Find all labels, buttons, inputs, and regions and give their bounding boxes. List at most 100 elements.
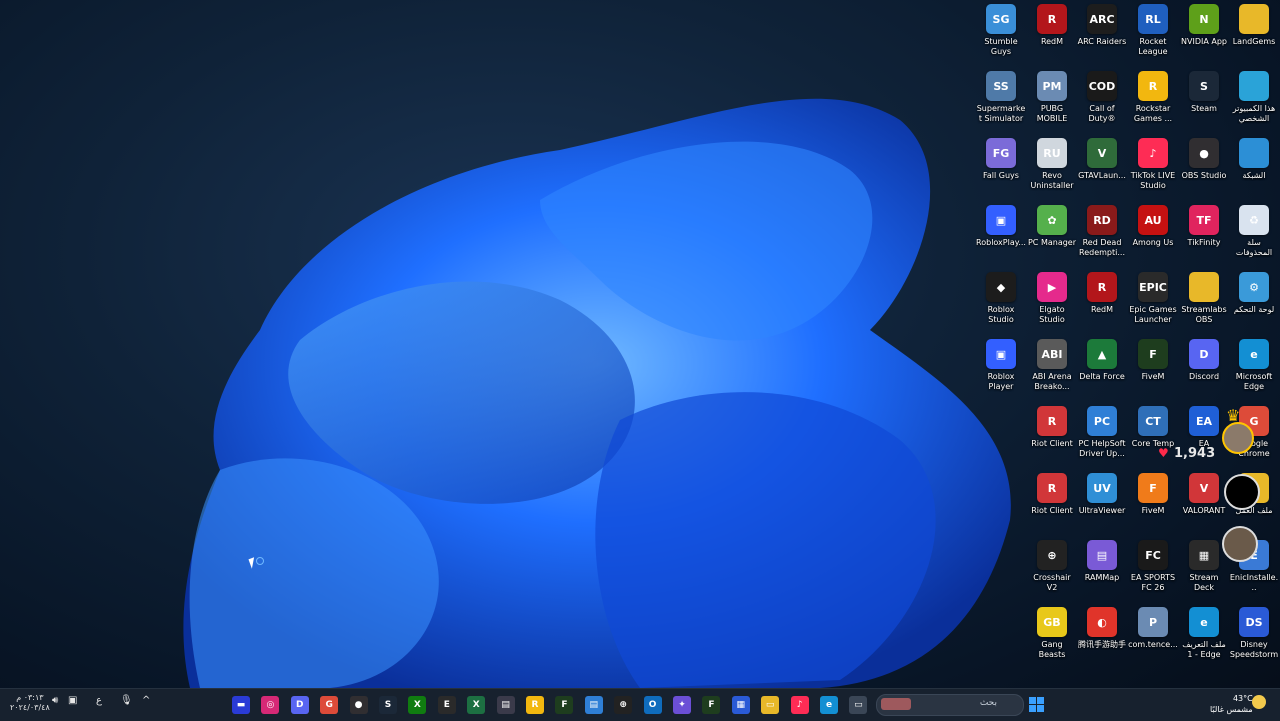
store-icon[interactable]: ▦ <box>731 696 750 714</box>
desktop-icon[interactable]: SS Supermarket Simulator <box>976 69 1026 124</box>
xbox-icon[interactable]: X <box>408 696 427 714</box>
desktop-icon[interactable]: Streamlabs OBS <box>1179 270 1229 325</box>
media-app-icon[interactable]: ▬ <box>232 696 250 714</box>
search-box[interactable]: بحث <box>876 694 1024 716</box>
desktop-icon-label: GTAVLaun... <box>1078 171 1126 180</box>
desktop-icon-grid: SG Stumble Guys R RedM ARC ARC Raiders RL Rocke… <box>976 2 1280 686</box>
desktop-icon[interactable]: RD Red Dead Redempti... <box>1077 203 1127 258</box>
desktop-icon <box>976 404 1026 439</box>
desktop-icon[interactable]: ◆ Roblox Studio <box>976 270 1026 325</box>
desktop-icon[interactable]: ▣ Roblox Player <box>976 337 1026 392</box>
desktop-icon[interactable]: ARC ARC Raiders <box>1077 2 1127 47</box>
desktop-icon[interactable]: e Microsoft Edge <box>1229 337 1279 392</box>
desktop-icon[interactable]: UV UltraViewer <box>1077 471 1127 516</box>
copilot-icon[interactable]: ✦ <box>673 696 691 714</box>
discord-icon[interactable]: D <box>290 696 309 714</box>
desktop-icon-label: Rockstar Games ... <box>1133 104 1173 123</box>
explorer-icon[interactable]: ▭ <box>761 696 780 714</box>
desktop-icon[interactable]: F FiveM <box>1128 337 1178 382</box>
desktop-icon[interactable]: ⚙ لوحة التحكم <box>1229 270 1279 315</box>
desktop-icon[interactable]: ● OBS Studio <box>1179 136 1229 181</box>
edge-icon[interactable]: e <box>820 696 838 714</box>
desktop-icon[interactable]: RL Rocket League <box>1128 2 1178 57</box>
desktop-icon[interactable]: ♻ سلة المحذوفات <box>1229 203 1279 258</box>
volume-icon[interactable]: 🔊︎ <box>52 695 58 706</box>
start-button[interactable] <box>1029 697 1044 712</box>
chrome-icon[interactable]: G <box>320 696 339 714</box>
desktop-icon[interactable]: R RedM <box>1027 2 1077 47</box>
app-icon: ▶ <box>1037 272 1067 302</box>
desktop-icon[interactable]: ♪ TikTok LIVE Studio <box>1128 136 1178 191</box>
app-icon: UV <box>1087 473 1117 503</box>
desktop-icon[interactable]: R Rockstar Games ... <box>1128 69 1178 124</box>
network-icon[interactable]: ▣ <box>68 695 77 706</box>
fivem-tray-icon[interactable]: F <box>702 696 721 714</box>
language-indicator[interactable]: ع <box>96 695 102 706</box>
desktop-icon-label: PUBG MOBILE <box>1036 104 1068 123</box>
app-icon: R <box>1087 272 1117 302</box>
desktop-icon-label: Roblox Studio <box>987 305 1015 324</box>
fivem-icon[interactable]: F <box>555 696 574 714</box>
desktop-icon[interactable]: R Riot Client <box>1027 404 1077 449</box>
desktop-icon[interactable]: ▶ Elgato Studio <box>1027 270 1077 325</box>
desktop-icon[interactable]: SG Stumble Guys <box>976 2 1026 57</box>
desktop-icon-label: NVIDIA App <box>1181 37 1227 46</box>
desktop-icon[interactable]: الشبكة <box>1229 136 1279 181</box>
windows-logo-icon <box>1029 697 1036 704</box>
desktop-icon[interactable]: ▤ RAMMap <box>1077 538 1127 583</box>
desktop-icon[interactable]: e ملف التعريف 1 - Edge <box>1179 605 1229 660</box>
desktop-icon[interactable]: R Riot Client <box>1027 471 1077 516</box>
desktop-icon[interactable]: D Discord <box>1179 337 1229 382</box>
app-icon: S <box>1189 71 1219 101</box>
desktop-icon[interactable]: هذا الكمبيوتر الشخصي <box>1229 69 1279 124</box>
obs-icon[interactable]: ● <box>349 696 368 714</box>
desktop-icon[interactable]: S Steam <box>1179 69 1229 114</box>
desktop-icon[interactable]: DS Disney Speedstorm <box>1229 605 1279 660</box>
tiktok-icon[interactable]: ♪ <box>790 696 809 714</box>
desktop-icon[interactable]: R RedM <box>1077 270 1127 315</box>
rockstar-icon[interactable]: R <box>526 696 544 714</box>
desktop-icon[interactable]: COD Call of Duty® <box>1077 69 1127 124</box>
desktop-icon[interactable]: PC PC HelpSoft Driver Up... <box>1077 404 1127 459</box>
desktop-icon[interactable]: V GTAVLaun... <box>1077 136 1127 181</box>
app-icon: ♻ <box>1239 205 1269 235</box>
taskview-icon[interactable]: ▭ <box>849 696 868 714</box>
desktop-icon[interactable]: ✿ PC Manager <box>1027 203 1077 248</box>
desktop-icon-label: Revo Uninstaller <box>1030 171 1074 190</box>
outlook-icon[interactable]: O <box>643 696 662 714</box>
desktop-icon[interactable]: GB Gang Beasts <box>1027 605 1077 660</box>
desktop-icon-label: UltraViewer <box>1078 506 1126 515</box>
app-icon: ♪ <box>1138 138 1168 168</box>
crosshair-icon[interactable]: ⊕ <box>614 696 633 714</box>
instagram-icon[interactable]: ◎ <box>261 696 280 714</box>
desktop-icon-label: لوحة التحكم <box>1233 305 1275 314</box>
clock[interactable]: ٠٣:١٣ م ٢٠٢٤/٠٣/٤٨ <box>10 693 50 713</box>
microphone-icon[interactable]: 🎙︎ <box>120 695 133 706</box>
app-icon[interactable]: ▤ <box>496 696 515 714</box>
desktop-icon[interactable]: FG Fall Guys <box>976 136 1026 181</box>
file-app-icon[interactable]: ▤ <box>584 696 603 714</box>
epic-icon[interactable]: E <box>437 696 456 714</box>
show-hidden-icons-chevron-icon[interactable]: ^ <box>142 695 150 706</box>
desktop-icon[interactable]: EPIC Epic Games Launcher <box>1128 270 1178 325</box>
excel-icon[interactable]: X <box>467 696 486 714</box>
desktop-icon[interactable]: N NVIDIA App <box>1179 2 1229 47</box>
desktop-icon[interactable]: PM PUBG MOBILE <box>1027 69 1077 124</box>
desktop-icon[interactable]: ⊕ Crosshair V2 <box>1027 538 1077 593</box>
desktop-icon[interactable]: RU Revo Uninstaller <box>1027 136 1077 191</box>
desktop-icon-label: 腾讯手游助手 <box>1078 640 1126 649</box>
desktop-icon[interactable]: TF TikFinity <box>1179 203 1229 248</box>
desktop-icon[interactable]: AU Among Us <box>1128 203 1178 248</box>
desktop-icon[interactable]: ▲ Delta Force <box>1077 337 1127 382</box>
weather-widget[interactable]: 43°C مشمس غالبًا <box>1210 693 1253 715</box>
desktop-icon-label: Supermarket Simulator <box>976 104 1026 123</box>
desktop-icon-label: Delta Force <box>1079 372 1125 381</box>
desktop-icon[interactable]: ◐ 腾讯手游助手 <box>1077 605 1127 650</box>
desktop-icon[interactable]: ▣ RobloxPlay... <box>976 203 1026 248</box>
desktop-icon[interactable]: Pcom.tence... <box>1128 605 1178 650</box>
app-icon <box>1239 4 1269 34</box>
desktop-icon[interactable]: ABI ABI Arena Breako... <box>1027 337 1077 392</box>
steam-icon[interactable]: S <box>379 696 397 714</box>
app-icon <box>1189 272 1219 302</box>
desktop-icon[interactable]: LandGems <box>1229 2 1279 47</box>
